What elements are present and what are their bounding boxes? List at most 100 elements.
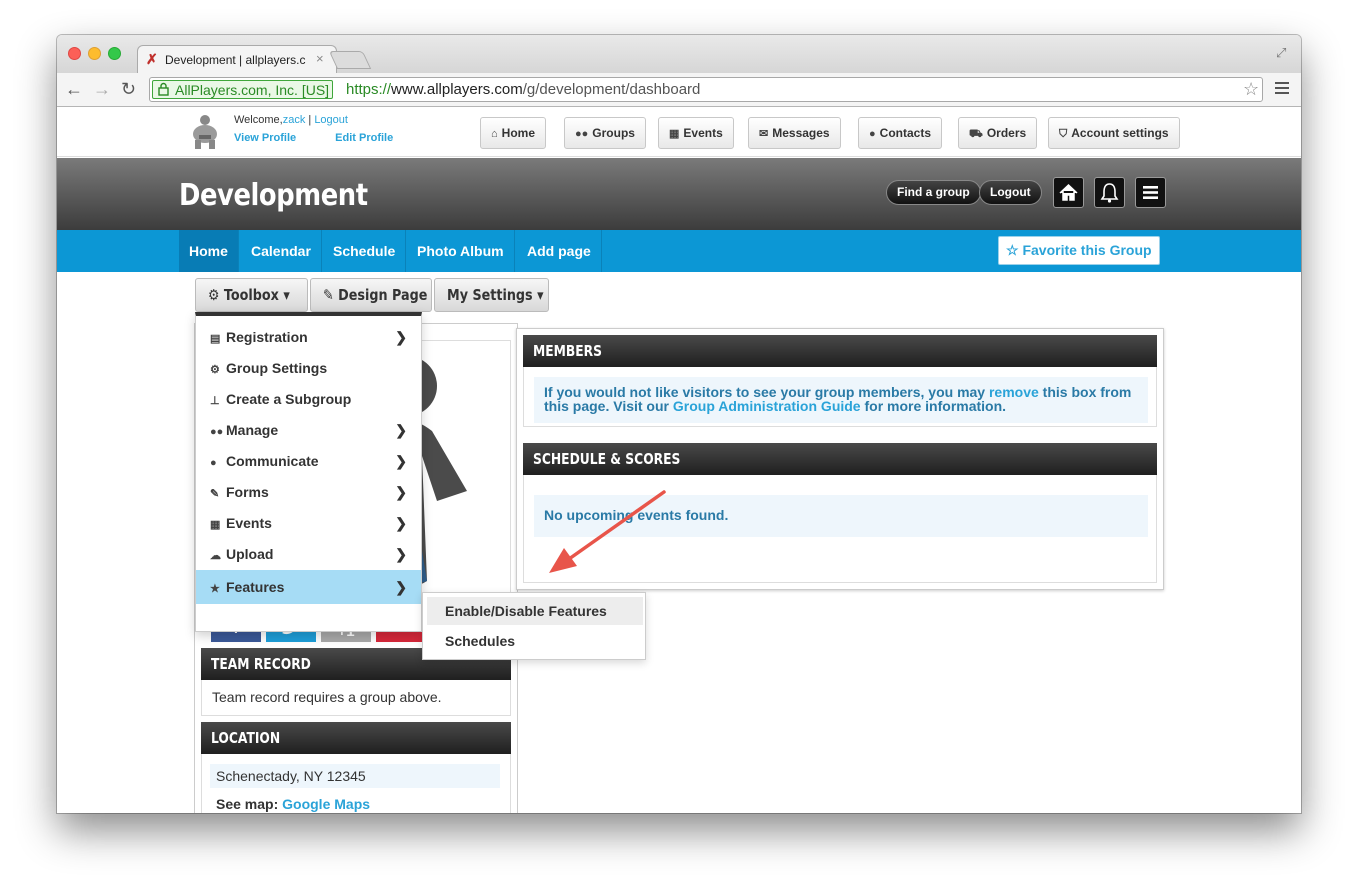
ev-label: AllPlayers.com, Inc. [US] bbox=[175, 82, 330, 98]
orders-button[interactable]: ⛟ Orders bbox=[958, 117, 1038, 149]
home-icon bbox=[1059, 183, 1078, 201]
bookmark-star-icon[interactable]: ☆ bbox=[1243, 79, 1259, 100]
my-settings-button[interactable]: My Settings ▾ bbox=[434, 278, 549, 312]
members-text-3: for more information. bbox=[860, 398, 1007, 414]
tab-close-icon[interactable]: × bbox=[316, 51, 324, 66]
home-button[interactable]: ⌂ Home bbox=[480, 117, 546, 149]
menu-item-registration[interactable]: ▤ Registration ❯ bbox=[196, 322, 421, 353]
events-button[interactable]: ▦ Events bbox=[658, 117, 734, 149]
menu-item-group-settings[interactable]: ⚙ Group Settings bbox=[196, 353, 421, 384]
bell-icon bbox=[1100, 183, 1119, 203]
chevron-right-icon: ❯ bbox=[395, 579, 407, 595]
google-maps-link[interactable]: Google Maps bbox=[282, 796, 370, 812]
chevron-right-icon: ❯ bbox=[395, 515, 407, 531]
favorite-group-button[interactable]: ☆ Favorite this Group bbox=[998, 236, 1160, 265]
tab-add-page[interactable]: Add page bbox=[517, 230, 602, 272]
tab-schedule[interactable]: Schedule bbox=[323, 230, 407, 272]
schedule-body: No upcoming events found. bbox=[523, 475, 1157, 583]
home-button-label: Home bbox=[501, 126, 535, 140]
location-body: Schenectady, NY 12345 See map: Google Ma… bbox=[201, 754, 511, 813]
shield-icon: ⛉ bbox=[1059, 128, 1068, 140]
window-maximize-button[interactable] bbox=[108, 47, 121, 60]
home-square-button[interactable] bbox=[1053, 177, 1084, 208]
menu-item-schedules[interactable]: Schedules bbox=[427, 627, 643, 655]
admin-guide-link[interactable]: Group Administration Guide bbox=[673, 398, 861, 414]
account-settings-button[interactable]: ⛉ Account settings bbox=[1048, 117, 1180, 149]
contacts-button[interactable]: ● Contacts bbox=[858, 117, 942, 149]
menu-item-label: Forms bbox=[226, 484, 269, 500]
tab-home[interactable]: Home bbox=[179, 230, 239, 272]
group-banner: Development Find a group Logout bbox=[57, 158, 1301, 230]
address-toolbar: ← → ↻ AllPlayers.com, Inc. [US] https://… bbox=[57, 73, 1301, 107]
find-group-button[interactable]: Find a group bbox=[886, 180, 981, 205]
location-header: LOCATION bbox=[201, 722, 511, 754]
toolbox-button[interactable]: ⚙ Toolbox ▾ bbox=[195, 278, 308, 312]
groups-button[interactable]: ●● Groups bbox=[564, 117, 646, 149]
chevron-right-icon: ❯ bbox=[395, 422, 407, 438]
menu-item-label: Features bbox=[226, 579, 285, 595]
menu-item-forms[interactable]: ✎ Forms ❯ bbox=[196, 477, 421, 508]
menu-item-manage[interactable]: ●● Manage ❯ bbox=[196, 415, 421, 446]
menu-item-enable-disable-features[interactable]: Enable/Disable Features bbox=[427, 597, 643, 625]
schedule-title: SCHEDULE & SCORES bbox=[533, 450, 681, 468]
forward-icon[interactable]: → bbox=[93, 78, 111, 100]
chevron-right-icon: ❯ bbox=[395, 453, 407, 469]
team-record-body: Team record requires a group above. bbox=[201, 680, 511, 716]
menu-item-create-subgroup[interactable]: ⊥ Create a Subgroup bbox=[196, 384, 421, 415]
messages-button-label: Messages bbox=[772, 126, 830, 140]
toolbox-menu: ▤ Registration ❯ ⚙ Group Settings ⊥ Create a… bbox=[195, 312, 422, 632]
tab-calendar[interactable]: Calendar bbox=[241, 230, 322, 272]
account-settings-label: Account settings bbox=[1071, 126, 1169, 140]
address-bar[interactable]: AllPlayers.com, Inc. [US] https://www.al… bbox=[149, 77, 1263, 102]
window-minimize-button[interactable] bbox=[88, 47, 101, 60]
page-viewport: Welcome,zack | Logout View Profile Edit P… bbox=[57, 107, 1301, 813]
new-tab-button[interactable] bbox=[328, 51, 372, 69]
members-info: If you would not like visitors to see yo… bbox=[534, 377, 1148, 423]
profile-links: View Profile Edit Profile bbox=[234, 132, 432, 144]
sumo-logo-icon[interactable] bbox=[190, 113, 220, 149]
caret-down-icon: ▾ bbox=[537, 286, 544, 304]
caret-down-icon: ▾ bbox=[283, 286, 290, 304]
browser-menu-icon[interactable] bbox=[1275, 82, 1289, 96]
edit-icon: ✎ bbox=[323, 286, 339, 304]
menu-item-label: Registration bbox=[226, 329, 308, 345]
fullscreen-icon[interactable]: ⤢ bbox=[1276, 45, 1286, 61]
see-map-label: See map: bbox=[216, 796, 279, 812]
tab-photo-album[interactable]: Photo Album bbox=[407, 230, 515, 272]
groups-button-label: Groups bbox=[592, 126, 635, 140]
orders-button-label: Orders bbox=[986, 126, 1027, 140]
see-map-row: See map: Google Maps bbox=[216, 796, 370, 812]
design-page-button[interactable]: ✎ Design Page bbox=[310, 278, 432, 312]
back-icon[interactable]: ← bbox=[65, 78, 83, 100]
gear-icon: ⚙ bbox=[210, 364, 220, 376]
logout-link[interactable]: Logout bbox=[314, 114, 348, 126]
banner-logout-button[interactable]: Logout bbox=[979, 180, 1042, 205]
user-icon: ● bbox=[869, 128, 876, 140]
window-close-button[interactable] bbox=[68, 47, 81, 60]
browser-window: ✗ Development | allplayers.c × ⤢ ← → ↻ A… bbox=[57, 35, 1301, 813]
menu-item-events[interactable]: ▦ Events ❯ bbox=[196, 508, 421, 539]
site-header: Welcome,zack | Logout View Profile Edit P… bbox=[57, 107, 1301, 157]
edit-profile-link[interactable]: Edit Profile bbox=[335, 132, 393, 144]
envelope-icon: ✉ bbox=[759, 128, 769, 140]
menu-item-features[interactable]: ★ Features ❯ bbox=[196, 570, 421, 604]
chevron-right-icon: ❯ bbox=[395, 329, 407, 345]
reload-icon[interactable]: ↻ bbox=[121, 78, 136, 100]
events-button-label: Events bbox=[683, 126, 723, 140]
ev-certificate-badge[interactable]: AllPlayers.com, Inc. [US] bbox=[152, 80, 334, 99]
star-icon: ★ bbox=[210, 583, 220, 595]
menu-item-communicate[interactable]: ● Communicate ❯ bbox=[196, 446, 421, 477]
menu-button[interactable] bbox=[1135, 177, 1166, 208]
edit-icon: ✎ bbox=[210, 488, 220, 500]
messages-button[interactable]: ✉ Messages bbox=[748, 117, 841, 149]
no-events-message: No upcoming events found. bbox=[534, 495, 1148, 537]
browser-tab[interactable]: ✗ Development | allplayers.c × bbox=[137, 45, 337, 73]
chevron-right-icon: ❯ bbox=[395, 484, 407, 500]
list-icon: ▤ bbox=[210, 333, 221, 345]
view-profile-link[interactable]: View Profile bbox=[234, 132, 296, 144]
username-link[interactable]: zack bbox=[283, 114, 306, 126]
menu-item-label: Create a Subgroup bbox=[226, 391, 352, 407]
menu-item-upload[interactable]: ☁ Upload ❯ bbox=[196, 539, 421, 570]
notifications-button[interactable] bbox=[1094, 177, 1125, 208]
chevron-right-icon: ❯ bbox=[395, 546, 407, 562]
